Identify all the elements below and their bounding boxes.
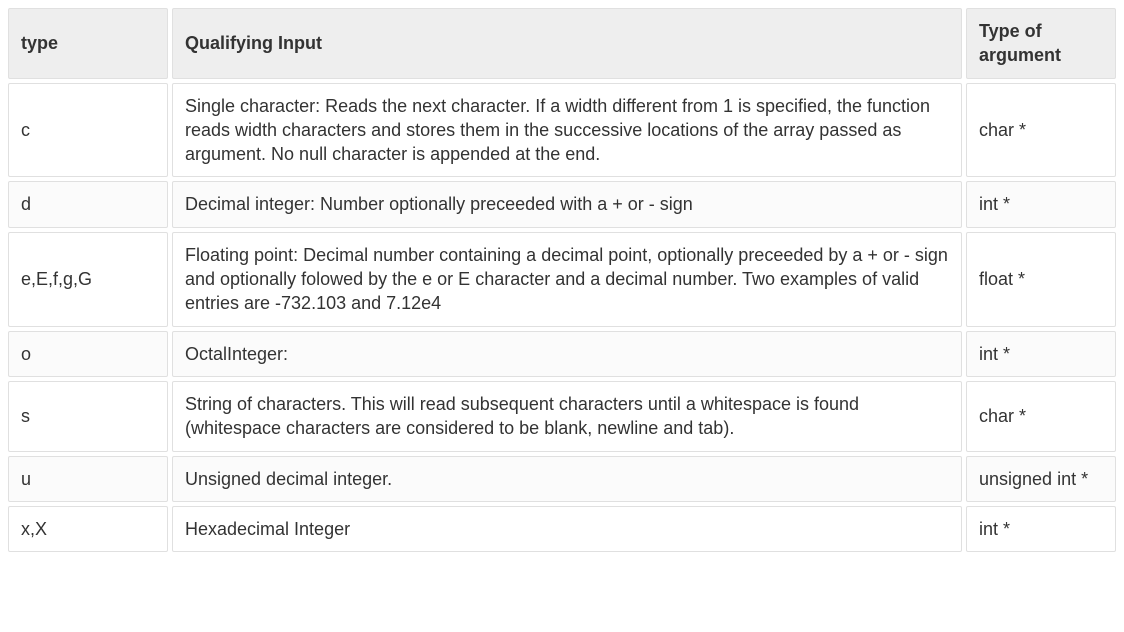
cell-arg: char * <box>966 381 1116 452</box>
table-row: s String of characters. This will read s… <box>8 381 1116 452</box>
cell-qualifying: String of characters. This will read sub… <box>172 381 962 452</box>
table-row: x,X Hexadecimal Integer int * <box>8 506 1116 552</box>
cell-arg: int * <box>966 181 1116 227</box>
cell-qualifying: Unsigned decimal integer. <box>172 456 962 502</box>
cell-qualifying: Decimal integer: Number optionally prece… <box>172 181 962 227</box>
cell-arg: char * <box>966 83 1116 178</box>
table-row: o OctalInteger: int * <box>8 331 1116 377</box>
cell-type: x,X <box>8 506 168 552</box>
table-row: e,E,f,g,G Floating point: Decimal number… <box>8 232 1116 327</box>
cell-qualifying: Hexadecimal Integer <box>172 506 962 552</box>
cell-arg: int * <box>966 506 1116 552</box>
cell-type: u <box>8 456 168 502</box>
cell-type: e,E,f,g,G <box>8 232 168 327</box>
header-type: type <box>8 8 168 79</box>
header-qualifying-input: Qualifying Input <box>172 8 962 79</box>
cell-qualifying: Single character: Reads the next charact… <box>172 83 962 178</box>
cell-arg: unsigned int * <box>966 456 1116 502</box>
cell-qualifying: OctalInteger: <box>172 331 962 377</box>
cell-arg: int * <box>966 331 1116 377</box>
cell-type: c <box>8 83 168 178</box>
table-header-row: type Qualifying Input Type of argument <box>8 8 1116 79</box>
format-specifier-table: type Qualifying Input Type of argument c… <box>4 4 1120 556</box>
header-type-of-argument: Type of argument <box>966 8 1116 79</box>
cell-arg: float * <box>966 232 1116 327</box>
cell-qualifying: Floating point: Decimal number containin… <box>172 232 962 327</box>
cell-type: o <box>8 331 168 377</box>
table-row: u Unsigned decimal integer. unsigned int… <box>8 456 1116 502</box>
cell-type: s <box>8 381 168 452</box>
cell-type: d <box>8 181 168 227</box>
table-row: d Decimal integer: Number optionally pre… <box>8 181 1116 227</box>
table-row: c Single character: Reads the next chara… <box>8 83 1116 178</box>
